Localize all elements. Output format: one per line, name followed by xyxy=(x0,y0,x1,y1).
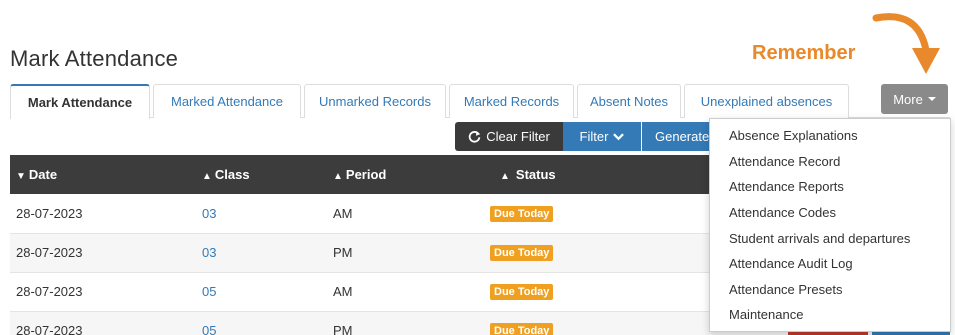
tab-marked-records[interactable]: Marked Records xyxy=(449,84,574,118)
status-badge: Due Today xyxy=(490,205,554,222)
sort-desc-icon: ▼ xyxy=(16,171,26,182)
col-period[interactable]: ▲︎ Period xyxy=(327,155,484,194)
tab-marked-attendance[interactable]: Marked Attendance xyxy=(153,84,301,118)
status-badge: Due Today xyxy=(490,323,554,335)
row-date: 28-07-2023 xyxy=(10,194,196,234)
row-period: AM xyxy=(327,194,484,234)
more-label: More xyxy=(893,91,923,107)
row-period: AM xyxy=(327,272,484,312)
tab-absent-notes[interactable]: Absent Notes xyxy=(577,84,681,118)
sort-icon: ▲︎ xyxy=(202,171,212,182)
row-period: PM xyxy=(327,233,484,273)
more-button[interactable]: More xyxy=(881,84,948,114)
filter-button[interactable]: Filter xyxy=(563,122,641,151)
col-class[interactable]: ▲︎ Class xyxy=(196,155,327,194)
sort-icon: ▲︎ xyxy=(500,171,510,182)
clear-filter-label: Clear Filter xyxy=(486,129,550,144)
chevron-down-icon xyxy=(613,133,625,141)
menu-item-arrivals-departures[interactable]: Student arrivals and departures xyxy=(710,225,950,251)
class-link[interactable]: 03 xyxy=(202,206,216,221)
menu-item-absence-explanations[interactable]: Absence Explanations xyxy=(710,123,950,149)
row-date: 28-07-2023 xyxy=(10,272,196,312)
status-badge: Due Today xyxy=(490,245,554,261)
generate-label: Generate xyxy=(655,129,710,144)
menu-item-audit-log[interactable]: Attendance Audit Log xyxy=(710,251,950,277)
row-period: PM xyxy=(327,311,484,335)
tab-mark-attendance[interactable]: Mark Attendance xyxy=(10,84,150,119)
menu-item-attendance-record[interactable]: Attendance Record xyxy=(710,149,950,175)
refresh-icon xyxy=(468,130,481,143)
tab-unmarked-records[interactable]: Unmarked Records xyxy=(304,84,446,118)
class-link[interactable]: 05 xyxy=(202,284,216,299)
filter-label: Filter xyxy=(579,129,609,144)
row-date: 28-07-2023 xyxy=(10,311,196,335)
class-link[interactable]: 03 xyxy=(202,245,216,260)
menu-item-attendance-presets[interactable]: Attendance Presets xyxy=(710,277,950,303)
more-dropdown-menu: Absence Explanations Attendance Record A… xyxy=(709,118,951,332)
caret-down-icon xyxy=(927,97,936,101)
clear-filter-button[interactable]: Clear Filter xyxy=(455,122,563,151)
remember-annotation: Remember xyxy=(752,42,856,64)
curved-arrow-icon xyxy=(872,13,940,74)
status-badge: Due Today xyxy=(490,284,554,300)
row-date: 28-07-2023 xyxy=(10,233,196,273)
sort-icon: ▲︎ xyxy=(333,171,343,182)
page-title: Mark Attendance xyxy=(10,46,179,71)
class-link[interactable]: 05 xyxy=(202,323,216,335)
menu-item-maintenance[interactable]: Maintenance xyxy=(710,302,950,328)
col-date[interactable]: ▼ Date xyxy=(10,155,196,194)
tab-bar: Mark Attendance Marked Attendance Unmark… xyxy=(10,84,950,119)
tab-unexplained-absences[interactable]: Unexplained absences xyxy=(684,84,849,118)
menu-item-attendance-reports[interactable]: Attendance Reports xyxy=(710,174,950,200)
menu-item-attendance-codes[interactable]: Attendance Codes xyxy=(710,200,950,226)
